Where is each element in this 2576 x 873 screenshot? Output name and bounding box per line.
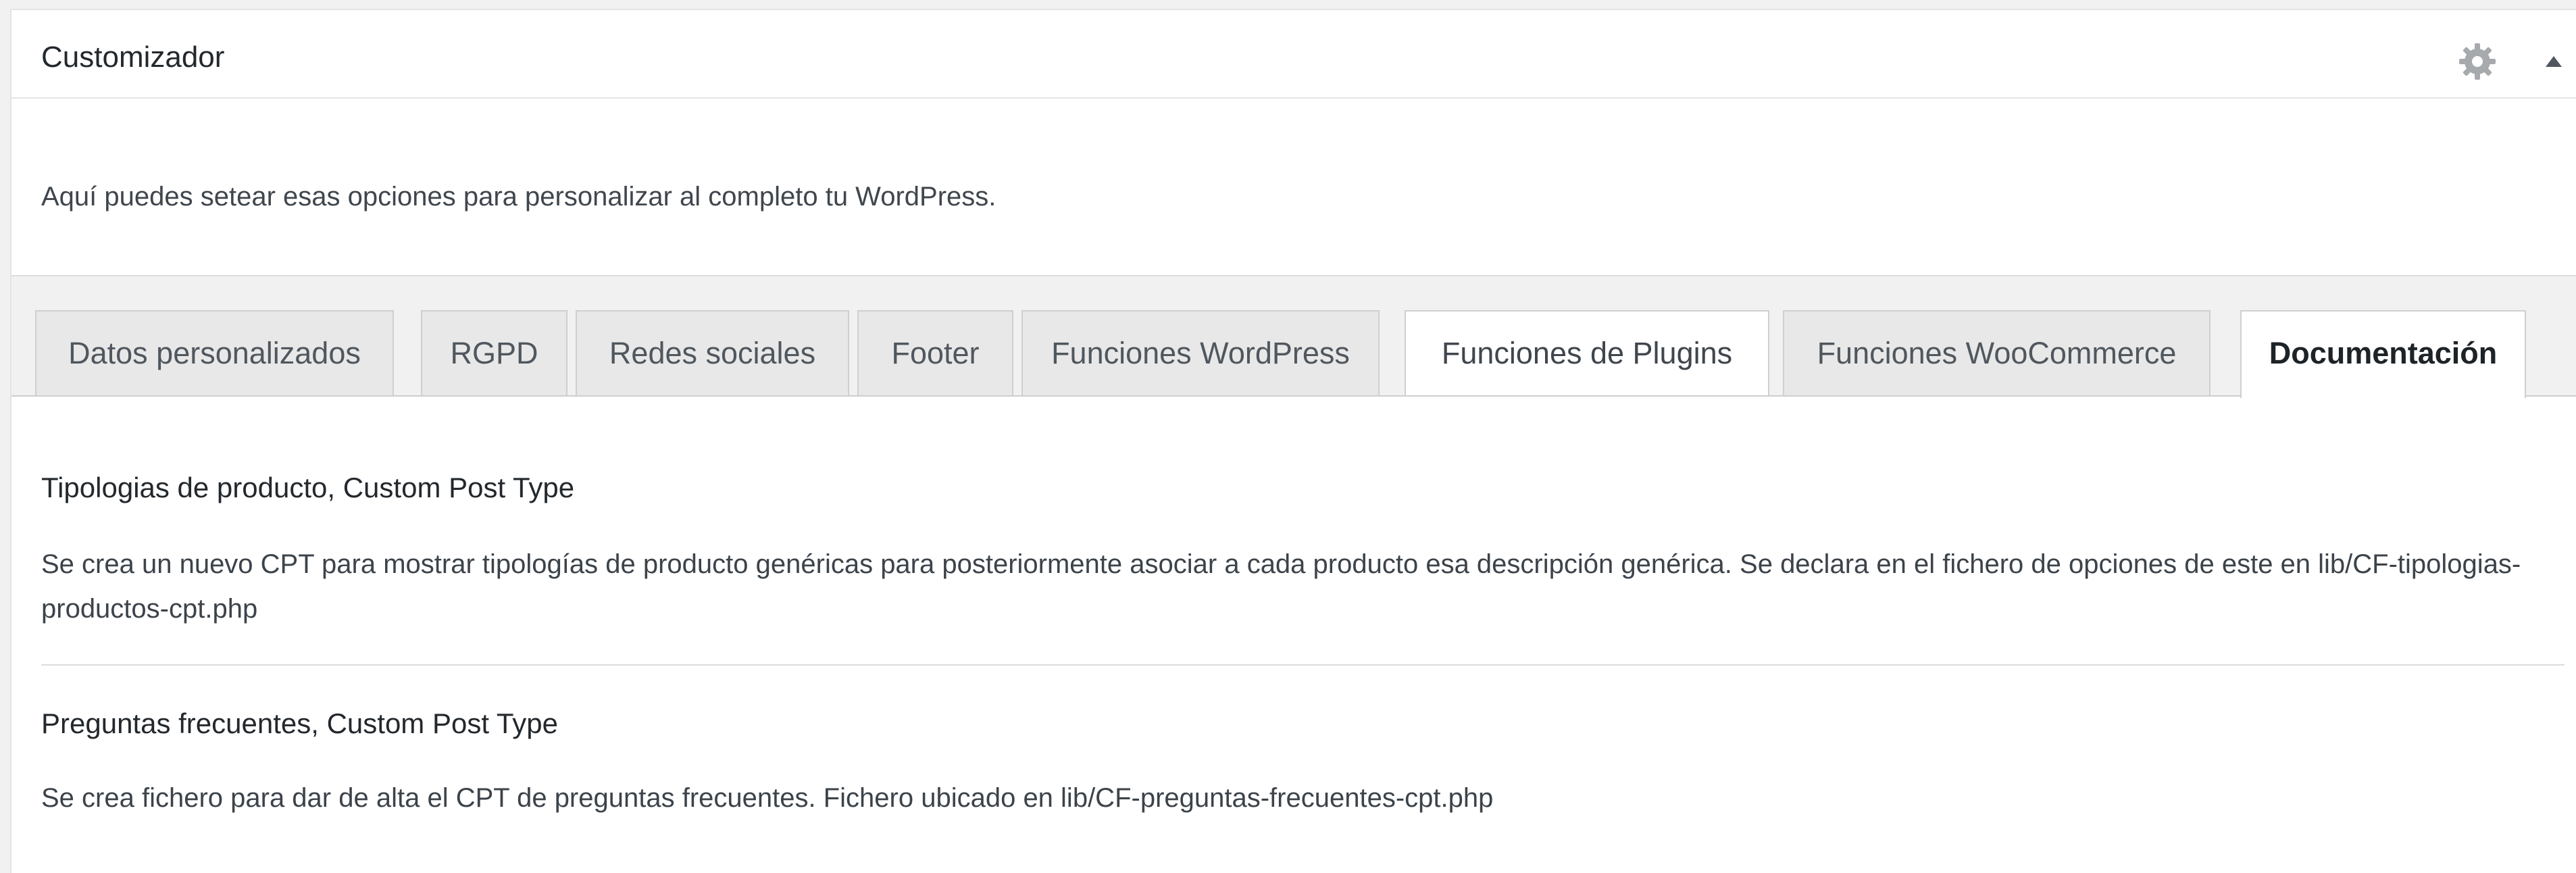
customizer-panel: Customizador Aquí puedes setear esas opc… bbox=[10, 9, 2576, 873]
triangle-up-icon bbox=[2546, 56, 2562, 67]
tab-documentacion[interactable]: Documentación bbox=[2240, 310, 2526, 398]
gear-icon bbox=[2459, 43, 2496, 80]
panel-title: Customizador bbox=[41, 41, 225, 74]
tab-funciones-de-plugins[interactable]: Funciones de Plugins bbox=[1405, 310, 1769, 395]
section-title: Preguntas frecuentes, Custom Post Type bbox=[41, 707, 558, 739]
tab-datos-personalizados[interactable]: Datos personalizados bbox=[35, 310, 394, 395]
tab-funciones-wordpress[interactable]: Funciones WordPress bbox=[1021, 310, 1380, 395]
panel-description: Aquí puedes setear esas opciones para pe… bbox=[41, 182, 996, 211]
tab-footer[interactable]: Footer bbox=[857, 310, 1013, 395]
section-divider bbox=[41, 664, 2565, 666]
collapse-toggle-button[interactable] bbox=[2535, 43, 2573, 80]
tab-redes-sociales[interactable]: Redes sociales bbox=[576, 310, 849, 395]
section-text: Se crea un nuevo CPT para mostrar tipolo… bbox=[41, 549, 2521, 624]
section-title: Tipologias de producto, Custom Post Type bbox=[41, 472, 575, 503]
tab-rgpd[interactable]: RGPD bbox=[421, 310, 567, 395]
panel-header: Customizador bbox=[11, 10, 2576, 99]
section-text: Se crea fichero para dar de alta el CPT … bbox=[41, 783, 1494, 813]
tab-funciones-woocommerce[interactable]: Funciones WooCommerce bbox=[1783, 310, 2211, 395]
settings-button[interactable] bbox=[2457, 41, 2498, 82]
